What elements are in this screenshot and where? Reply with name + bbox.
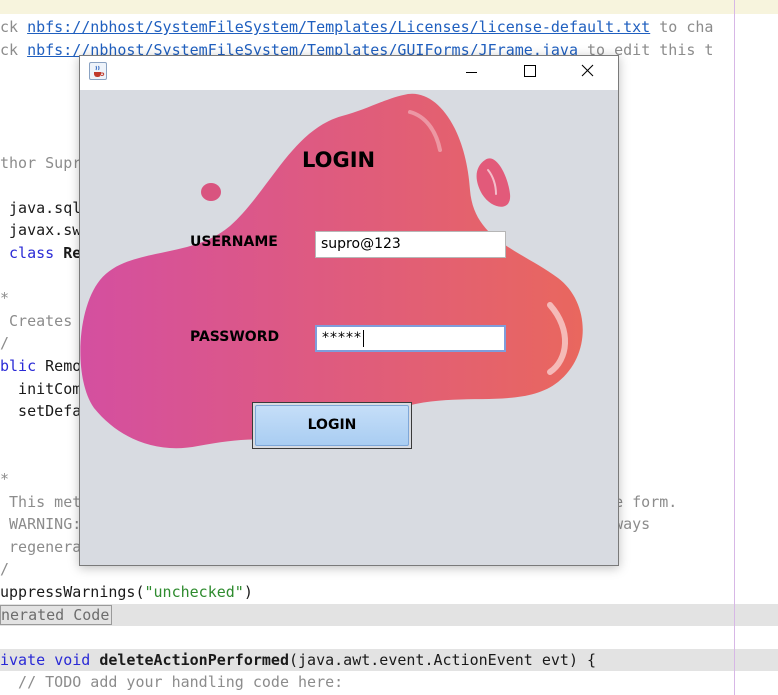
code-line: uppressWarnings("unchecked")	[0, 581, 253, 603]
code-token: Remo	[45, 357, 82, 375]
code-token: Creates	[0, 311, 73, 330]
code-line: *	[0, 287, 9, 309]
right-margin-guide	[734, 0, 735, 695]
code-token: initCom	[0, 379, 82, 398]
code-line: javax.sw	[0, 219, 81, 241]
code-token: /	[0, 560, 10, 579]
code-line: regenera	[0, 536, 81, 558]
code-token: thor Supr	[0, 153, 82, 172]
login-heading: LOGIN	[302, 148, 376, 172]
code-token: uppressWarnings(	[0, 583, 145, 601]
code-line: // TODO add your handling code here:	[0, 671, 343, 693]
code-line: java.sql	[0, 197, 81, 219]
login-panel: LOGIN USERNAME supro@123 PASSWORD ***** …	[80, 90, 618, 565]
code-line: ivate void deleteActionPerformed(java.aw…	[0, 648, 778, 671]
code-token: to cha	[650, 18, 714, 36]
username-value: supro@123	[321, 236, 401, 252]
code-token: regenera	[0, 537, 82, 556]
code-token: javax.sw	[0, 221, 82, 240]
code-token: ivate	[0, 650, 55, 669]
password-label: PASSWORD	[190, 329, 280, 345]
code-token: ck	[0, 18, 28, 36]
code-line: *	[0, 468, 9, 490]
minimize-button[interactable]	[442, 56, 500, 90]
code-token: deleteActionPerformed	[99, 650, 289, 669]
code-line: /	[0, 558, 9, 580]
code-token: void	[54, 650, 100, 669]
code-link[interactable]: nbfs://nbhost/SystemFileSystem/Templates…	[27, 18, 650, 36]
login-button-label: LOGIN	[255, 405, 409, 446]
code-line: setDefa	[0, 400, 81, 422]
code-token: "unchecked"	[144, 583, 244, 601]
code-line: blic Remo	[0, 355, 81, 377]
code-token: *	[0, 470, 10, 488]
password-input[interactable]: *****	[315, 325, 506, 352]
code-token: setDefa	[0, 402, 82, 421]
code-token: // TODO add your handling code here:	[0, 673, 344, 692]
code-line: thor Supr	[0, 152, 81, 174]
minimize-icon	[466, 72, 477, 73]
java-cup-icon	[89, 62, 107, 80]
code-token: class	[0, 244, 64, 262]
maximize-icon	[524, 65, 536, 77]
code-token: blic	[0, 357, 46, 375]
code-line: Creates	[0, 310, 72, 332]
code-fold-marker[interactable]: nerated Code	[0, 604, 113, 625]
close-button[interactable]	[558, 56, 616, 90]
code-line: initCom	[0, 378, 81, 400]
code-token: ck	[0, 40, 28, 59]
code-line: class Re	[0, 242, 81, 264]
code-token: )	[243, 583, 253, 601]
code-token: /	[0, 334, 10, 353]
code-token: java.sql	[0, 198, 82, 217]
username-input[interactable]: supro@123	[315, 231, 506, 258]
text-caret	[363, 329, 364, 347]
window-titlebar[interactable]	[80, 56, 618, 90]
close-icon	[581, 64, 594, 77]
username-label: USERNAME	[190, 234, 278, 250]
maximize-button[interactable]	[500, 56, 558, 90]
code-token: *	[0, 289, 10, 308]
code-line: ck nbfs://nbhost/SystemFileSystem/Templa…	[0, 16, 713, 38]
login-window: LOGIN USERNAME supro@123 PASSWORD ***** …	[79, 55, 619, 566]
login-button[interactable]: LOGIN	[252, 402, 412, 449]
editor-top-strip	[0, 0, 778, 14]
password-value: *****	[322, 330, 362, 346]
code-line: nerated Code	[0, 603, 778, 626]
code-line: /	[0, 332, 9, 354]
code-token: (java.awt.event.ActionEvent evt) {	[289, 650, 597, 669]
